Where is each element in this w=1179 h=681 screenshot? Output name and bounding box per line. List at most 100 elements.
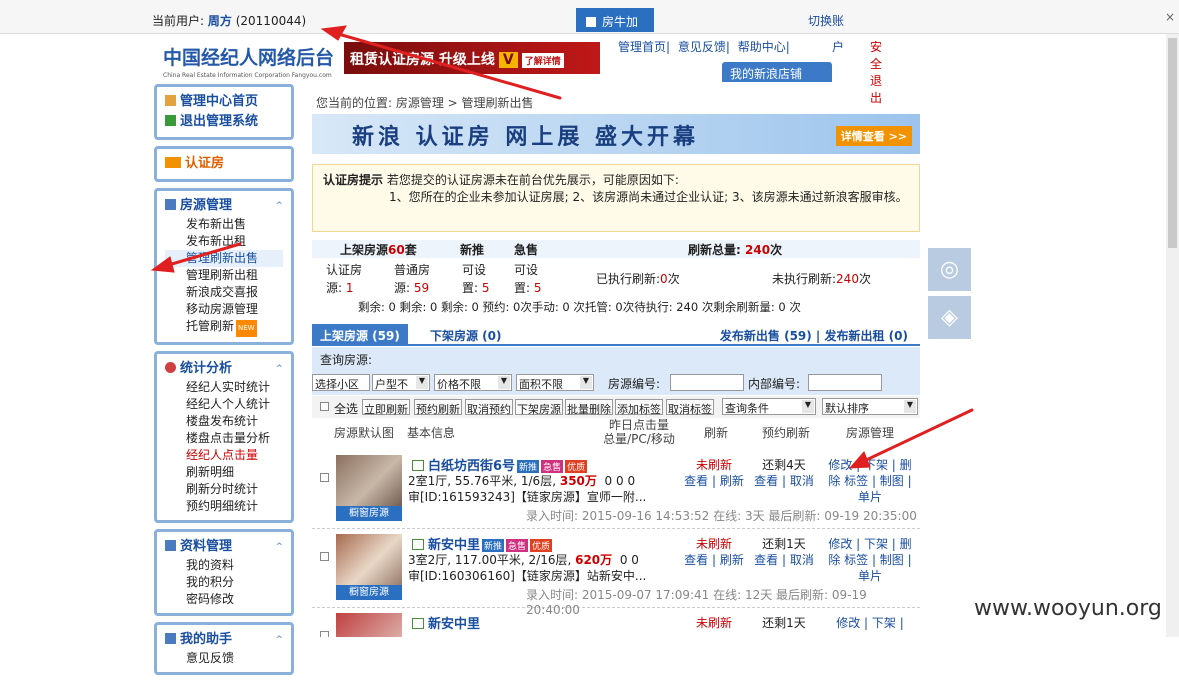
scrollbar-thumb[interactable] [1168,38,1177,248]
sidebar-item-mobile[interactable]: 移动房源管理 [165,301,283,318]
refresh-cell[interactable]: 未刷新 [684,615,744,631]
row-checkbox[interactable] [320,473,329,482]
account-link[interactable]: 户 [832,38,844,55]
switch-account-link[interactable]: 切换账 [808,12,844,29]
refresh-cell[interactable]: 未刷新 查看 | 刷新 [684,457,744,489]
table-row: 橱窗房源 新安中里 新推 急售 优质 3室2厅, 117.00平米, 2/16层, 6… [312,530,920,617]
sidebar-fang-box: 房源管理 ^ 发布新出售 发布新出租 管理刷新出售 管理刷新出租 新浪成交喜报 移… [154,188,294,345]
sidebar-item-stat-6[interactable]: 刷新分时统计 [165,481,283,498]
reserve-cell[interactable]: 还剩1天 查看 | 取消 [752,536,816,568]
sidebar: 管理中心首页 退出管理系统 认证房 房源管理 ^ 发布新出售 发布新出租 管理刷新… [154,84,294,681]
house-name-link[interactable]: 新安中里 新推 急售 优质 [412,534,553,553]
banner-more-button[interactable]: 详情查看 >> [835,126,912,146]
sidebar-item-manage-sale[interactable]: 管理刷新出售 [165,250,283,267]
offline-button[interactable]: 下架房源 [515,399,563,416]
select-all-checkbox[interactable] [320,402,329,411]
weibo-icon[interactable]: ◈ [928,296,971,339]
manage-cell[interactable]: 修改 | 下架 | 删除 标签 | 制图 | 单片 [828,457,912,505]
sort-select[interactable]: 默认排序 ▼ [822,398,918,415]
cancel-reserve-button[interactable]: 取消预约 [465,399,513,416]
sina-shop-tab[interactable]: 我的新浪店铺 [722,62,832,82]
house-name-link[interactable]: 白纸坊西街6号 新推 急售 优质 [412,455,588,474]
inner-no-input[interactable] [808,374,882,391]
close-icon[interactable]: × [1165,10,1175,24]
scrollbar[interactable] [1166,34,1179,637]
promo-banner[interactable]: 新浪 认证房 网上展 盛大开幕 详情查看 >> [312,114,920,154]
home-icon [165,95,176,106]
listing-tabs: 上架房源 (59) 下架房源 (0) 发布新出售 (59) | 发布新出租 (0… [312,324,920,346]
query-condition-select[interactable]: 查询条件 ▼ [722,398,816,415]
sidebar-item-my-profile[interactable]: 我的资料 [165,557,283,574]
wechat-icon[interactable]: ◎ [928,248,971,291]
batch-delete-button[interactable]: 批量删除 [565,399,613,416]
price-select[interactable]: 价格不限 ▼ [434,374,512,391]
sidebar-item-publish-sale[interactable]: 发布新出售 [165,216,283,233]
house-thumbnail[interactable] [336,613,402,637]
edit-icon [412,460,424,471]
sidebar-item-feedback[interactable]: 意见反馈 [165,650,283,667]
manage-cell[interactable]: 修改 | 下架 | 删除 标签 | 制图 | 单片 [828,536,912,584]
house-thumbnail[interactable]: 橱窗房源 [336,534,402,600]
reserve-cell[interactable]: 还剩1天 [752,615,816,631]
collapse-icon[interactable]: ^ [275,359,283,379]
area-select[interactable]: 面积不限 ▼ [516,374,594,391]
edit-icon [412,618,424,629]
tab-on-shelf[interactable]: 上架房源 (59) [312,324,408,346]
sidebar-help-box: 我的助手 ^ 意见反馈 [154,622,294,675]
top-bar: 当前用户: 周方 (20110044) 房牛加 切换账 × [0,0,1179,34]
sidebar-item-my-points[interactable]: 我的积分 [165,574,283,591]
community-select[interactable]: 选择小区 [312,374,370,391]
house-no-input[interactable] [670,374,744,391]
sidebar-item-stat-1[interactable]: 经纪人个人统计 [165,396,283,413]
sidebar-item-stat-0[interactable]: 经纪人实时统计 [165,379,283,396]
sidebar-stat-title[interactable]: 统计分析 ^ [165,359,283,379]
sidebar-home-box: 管理中心首页 退出管理系统 [154,84,294,140]
user-name-link[interactable]: 周方 [208,14,232,28]
reserve-cell[interactable]: 还剩4天 查看 | 取消 [752,457,816,489]
collapse-icon[interactable]: ^ [275,196,283,216]
sidebar-item-stat-2[interactable]: 楼盘发布统计 [165,413,283,430]
sidebar-item-stat-5[interactable]: 刷新明细 [165,464,283,481]
collapse-icon[interactable]: ^ [275,537,283,557]
sidebar-item-manage-rent[interactable]: 管理刷新出租 [165,267,283,284]
logout-link[interactable]: 安全退出 [870,38,882,106]
help-link[interactable]: 帮助中心 [738,40,786,54]
sidebar-exit[interactable]: 退出管理系统 [165,112,283,132]
query-panel: 查询房源: 选择小区 户型不 ▼ 价格不限 ▼ 面积不限 ▼ 房源编号: 内部编号: [312,347,920,395]
sidebar-item-password[interactable]: 密码修改 [165,591,283,608]
sidebar-item-stat-3[interactable]: 楼盘点击量分析 [165,430,283,447]
row-checkbox[interactable] [320,552,329,561]
publish-links[interactable]: 发布新出售 (59) | 发布新出租 (0) [720,327,908,344]
site-logo[interactable]: 中国经纪人网络后台 China Real Estate Information … [163,43,334,79]
home-link[interactable]: 管理首页 [618,40,666,54]
sidebar-data-title[interactable]: 资料管理 ^ [165,537,283,557]
sidebar-fang-title[interactable]: 房源管理 ^ [165,196,283,216]
collapse-icon[interactable]: ^ [275,630,283,650]
reserve-refresh-button[interactable]: 预约刷新 [414,399,462,416]
table-header: 房源默认图 基本信息 昨日点击量 总量/PC/移动 刷新 预约刷新 房源管理 [334,418,895,446]
sidebar-item-sina-deal[interactable]: 新浪成交喜报 [165,284,283,301]
house-info: 3室2厅, 117.00平米, 2/16层, 620万 0 0 审[ID:1603… [408,553,647,583]
house-name-link[interactable]: 新安中里 [412,613,480,632]
sidebar-help-title[interactable]: 我的助手 ^ [165,630,283,650]
sidebar-cert[interactable]: 认证房 [165,154,283,174]
ad-banner-rental[interactable]: 租赁认证房源 升级上线 V 了解详情 [344,42,600,74]
refresh-cell[interactable]: 未刷新 查看 | 刷新 [684,536,744,568]
remove-tag-button[interactable]: 取消标签 [666,399,714,416]
house-thumbnail[interactable]: 橱窗房源 [336,455,402,521]
add-tag-button[interactable]: 添加标签 [615,399,663,416]
tab-off-shelf[interactable]: 下架房源 (0) [422,324,510,346]
refresh-now-button[interactable]: 立即刷新 [362,399,410,416]
fangniujia-button[interactable]: 房牛加 [576,8,654,32]
sidebar-cert-box: 认证房 [154,146,294,182]
row-checkbox[interactable] [320,631,329,637]
sidebar-item-publish-rent[interactable]: 发布新出租 [165,233,283,250]
sidebar-home[interactable]: 管理中心首页 [165,92,283,112]
feedback-link[interactable]: 意见反馈 [678,40,726,54]
sidebar-item-stat-7[interactable]: 预约明细统计 [165,498,283,515]
manage-cell[interactable]: 修改 | 下架 | [828,615,912,631]
sidebar-item-trust-refresh[interactable]: 托管刷新 NEW [165,318,283,337]
sidebar-item-stat-4[interactable]: 经纪人点击量 [165,447,283,464]
layout-select[interactable]: 户型不 ▼ [372,374,430,391]
chevron-down-icon: ▼ [904,400,916,413]
